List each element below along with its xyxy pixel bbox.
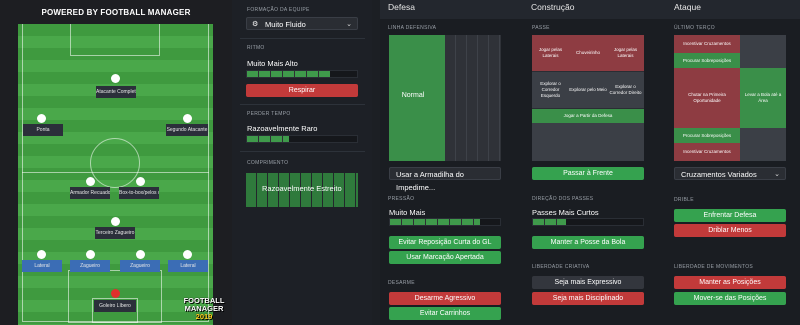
pass-cell[interactable]: Jogar a Partir da Defesa — [532, 109, 644, 123]
player-label[interactable]: Atacante Completo — [96, 86, 136, 98]
be-disciplined-button[interactable]: Seja mais Disciplinado — [532, 292, 644, 305]
movement-label: LIBERDADE DE MOVIMENTOS — [674, 264, 754, 270]
center-circle — [90, 138, 140, 188]
passing-diagram[interactable]: Jogar pelas Laterais Chuveirinho Jogar p… — [532, 35, 644, 161]
player-dot[interactable] — [111, 289, 120, 298]
pass-forward-button[interactable]: Passar à Frente — [532, 167, 644, 180]
be-expressive-button[interactable]: Seja mais Expressivo — [532, 276, 644, 289]
pass-cell[interactable]: Explorar o Corredor Esquerdo — [532, 72, 569, 108]
formation-label: FORMAÇÃO DA EQUIPE — [247, 7, 310, 13]
divider — [240, 151, 365, 152]
offside-select[interactable]: Usar a Armadilha do Impedime... — [389, 167, 501, 192]
chevron-down-icon: ⌄ — [346, 21, 352, 28]
player-dot[interactable] — [136, 177, 145, 186]
press-bar[interactable] — [389, 218, 501, 226]
pass-cell[interactable]: Jogar pelas Laterais — [532, 35, 569, 71]
formation-value: Muito Fluido — [265, 20, 306, 29]
pass-cell[interactable]: Explorar pelo Meio — [569, 72, 607, 108]
pass-direction-value: Passes Mais Curtos — [532, 208, 599, 217]
roam-button[interactable]: Mover-se das Posições — [674, 292, 786, 305]
player-dot[interactable] — [183, 250, 192, 259]
press-label: PRESSÃO — [388, 196, 415, 202]
defensive-line-value: Normal — [401, 92, 425, 99]
player-label[interactable]: Goleiro Líbero — [94, 300, 136, 312]
dribble-less-button[interactable]: Driblar Menos — [674, 224, 786, 237]
attack-cell[interactable]: Procurar Sobreposições — [674, 128, 740, 143]
attack-cell[interactable]: Procurar Sobreposições — [674, 53, 740, 68]
time-wasting-label: PERDER TEMPO — [247, 111, 291, 117]
attack-header: Ataque — [666, 0, 800, 19]
chevron-down-icon: ⌄ — [774, 171, 780, 178]
tackling-label: DESARME — [388, 280, 415, 286]
logo-year: 2019 — [195, 312, 213, 321]
divider — [240, 104, 365, 105]
player-label[interactable]: Terceiro Zagueiro — [95, 227, 135, 239]
width-value: Razoavelmente Estreito — [262, 184, 342, 193]
player-dot[interactable] — [183, 114, 192, 123]
player-dot[interactable] — [37, 250, 46, 259]
attack-cell[interactable]: Incentivar Cruzamentos — [674, 35, 740, 53]
attack-cell[interactable]: Levar a Bola até a Área — [740, 68, 786, 128]
player-label[interactable]: Box-to-box/pelos c... — [119, 187, 159, 199]
creative-freedom-label: LIBERDADE CRIATIVA — [532, 264, 590, 270]
player-dot[interactable] — [111, 74, 120, 83]
crossing-value: Cruzamentos Variados — [681, 170, 757, 179]
avoid-sliding-button[interactable]: Evitar Carrinhos — [389, 307, 501, 320]
pass-cell[interactable]: Jogar pelas Laterais — [607, 35, 644, 71]
press-value: Muito Mais — [389, 208, 426, 217]
keep-possession-button[interactable]: Manter a Posse da Bola — [532, 236, 644, 249]
player-label[interactable]: Zagueiro — [120, 260, 160, 272]
player-label[interactable]: Ponta — [23, 124, 63, 136]
hold-position-button[interactable]: Manter as Posições — [674, 276, 786, 289]
buildup-header: Construção — [523, 0, 666, 19]
mentality-icon: ⚙ — [252, 21, 259, 28]
attack-area — [740, 35, 786, 68]
player-label[interactable]: Zagueiro — [70, 260, 110, 272]
top-box — [70, 24, 160, 56]
player-dot[interactable] — [86, 250, 95, 259]
final-third-label: ÚLTIMO TERÇO — [674, 25, 715, 31]
defensive-line-diagram[interactable]: Normal — [389, 35, 501, 161]
pitch-title: POWERED BY FOOTBALL MANAGER — [41, 8, 191, 17]
football-manager-logo: FOOTBALL MANAGER 2019 — [176, 297, 232, 323]
attack-area — [740, 128, 786, 161]
avoid-short-gk-button[interactable]: Evitar Reposição Curta do GL — [389, 236, 501, 249]
time-wasting-bar[interactable] — [246, 135, 358, 143]
aggressive-tackle-button[interactable]: Desarme Agressivo — [389, 292, 501, 305]
attack-cell[interactable]: Incentivar Cruzamentos — [674, 143, 740, 161]
player-label[interactable]: Lateral — [168, 260, 208, 272]
pass-direction-bar[interactable] — [532, 218, 644, 226]
tight-marking-button[interactable]: Usar Marcação Apertada — [389, 251, 501, 264]
player-label[interactable]: Segundo Atacante — [166, 124, 208, 136]
time-wasting-value: Razoavelmente Raro — [247, 124, 318, 133]
width-label: COMPRIMENTO — [247, 160, 289, 166]
tempo-bar[interactable] — [246, 70, 358, 78]
defensive-line-label: LINHA DEFENSIVA — [388, 25, 437, 31]
tempo-button[interactable]: Respirar — [246, 84, 358, 97]
pass-area — [532, 123, 644, 161]
player-dot[interactable] — [37, 114, 46, 123]
defense-header: Defesa — [380, 0, 523, 19]
pitch-field: Atacante Completo Ponta Segundo Atacante… — [18, 24, 213, 325]
player-dot[interactable] — [136, 250, 145, 259]
defensive-line-track — [445, 35, 501, 161]
player-label[interactable]: Lateral — [22, 260, 62, 272]
pass-cell[interactable]: Explorar o Corredor Direito — [607, 72, 644, 108]
pass-direction-label: DIREÇÃO DOS PASSES — [532, 196, 594, 202]
run-at-defense-button[interactable]: Enfrentar Defesa — [674, 209, 786, 222]
attack-cell[interactable]: Chutar na Primeira Oportunidade — [674, 68, 740, 128]
divider — [240, 38, 365, 39]
player-label[interactable]: Armador Recuado — [70, 187, 110, 199]
crossing-select[interactable]: Cruzamentos Variados ⌄ — [674, 167, 786, 180]
final-third-diagram[interactable]: Incentivar Cruzamentos Procurar Sobrepos… — [674, 35, 786, 161]
dribbling-label: DRIBLE — [674, 197, 694, 203]
tempo-value: Muito Mais Alto — [247, 59, 298, 68]
pass-cell[interactable]: Chuveirinho — [569, 35, 607, 71]
passing-label: PASSE — [532, 25, 550, 31]
tempo-label: RITMO — [247, 45, 265, 51]
formation-select[interactable]: ⚙ Muito Fluido ⌄ — [246, 17, 358, 30]
player-dot[interactable] — [86, 177, 95, 186]
player-dot[interactable] — [111, 217, 120, 226]
